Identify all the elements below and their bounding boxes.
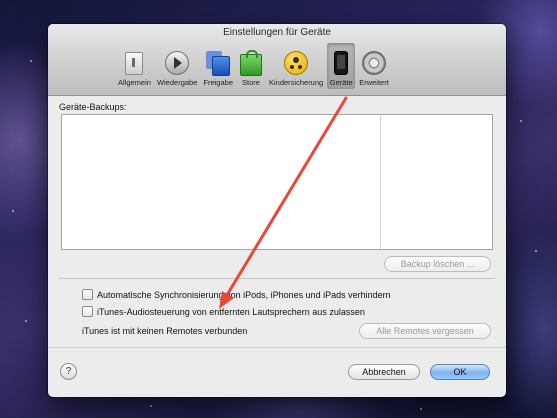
annotation-arrow	[219, 96, 348, 309]
